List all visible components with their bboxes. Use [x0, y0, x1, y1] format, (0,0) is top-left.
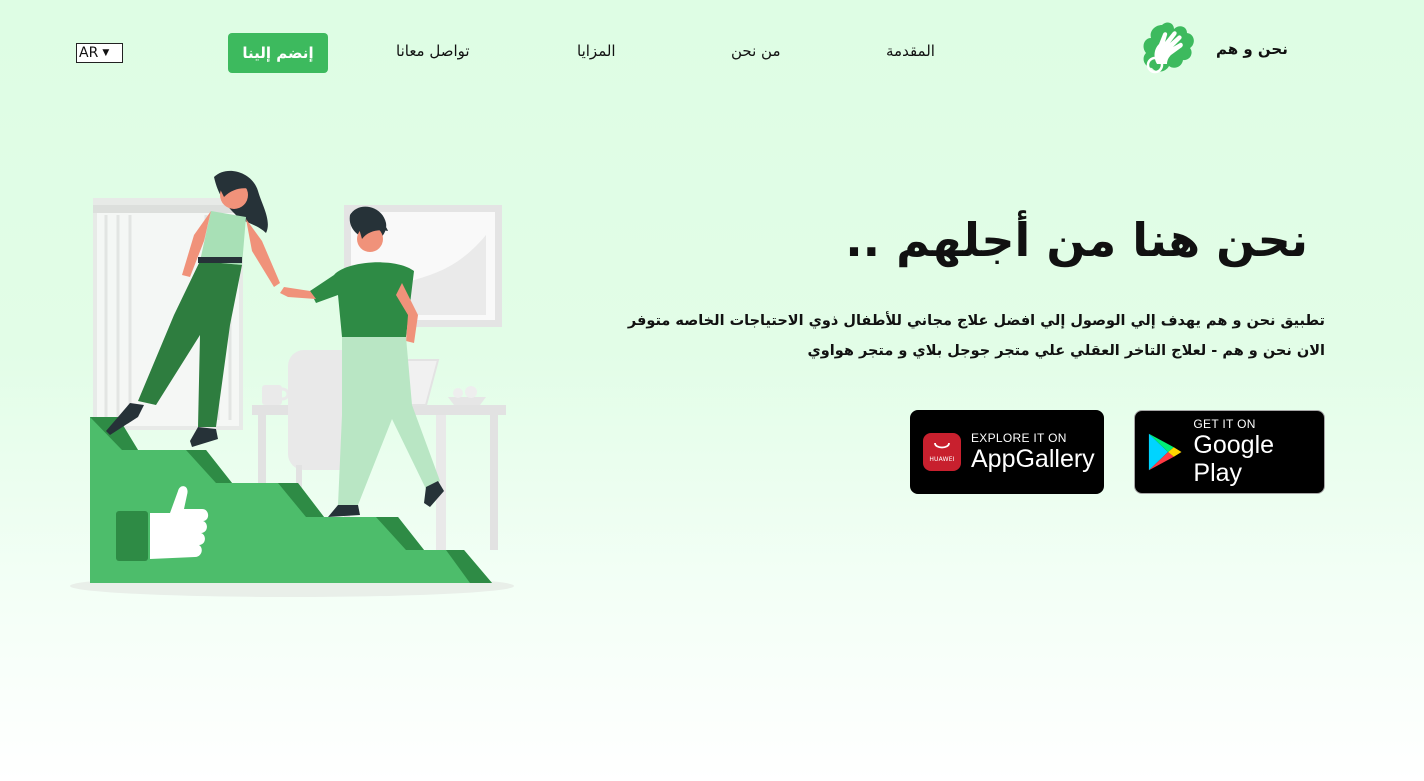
- language-select-value: AR: [79, 45, 99, 61]
- brand[interactable]: نحن و هم: [1140, 20, 1288, 78]
- nav-link-intro[interactable]: المقدمة: [886, 42, 935, 60]
- hero-illustration: [70, 170, 514, 597]
- hero-title: نحن هنا من أجلهم ..: [845, 213, 1308, 267]
- google-play-big-text: Google Play: [1193, 431, 1275, 487]
- app-gallery-badge[interactable]: HUAWEI EXPLORE IT ON AppGallery: [910, 410, 1104, 494]
- google-play-small-text: GET IT ON: [1193, 417, 1256, 431]
- bag-handle-icon: [934, 442, 950, 448]
- hero-description: تطبيق نحن و هم يهدف إلي الوصول إلي افضل …: [627, 313, 1325, 359]
- huawei-appgallery-icon: HUAWEI: [923, 433, 961, 471]
- nav-link-contact[interactable]: تواصل معانا: [396, 42, 470, 60]
- huawei-icon-label: HUAWEI: [929, 455, 955, 463]
- nav-link-features[interactable]: المزايا: [577, 42, 616, 60]
- language-select[interactable]: AR ▼: [76, 43, 123, 63]
- brand-name: نحن و هم: [1216, 40, 1288, 58]
- chevron-down-icon: ▼: [102, 47, 110, 58]
- google-play-icon: [1148, 433, 1182, 471]
- helping-hands-icon: [1143, 22, 1194, 74]
- nav-link-about[interactable]: من نحن: [731, 42, 781, 60]
- app-gallery-small-text: EXPLORE IT ON: [971, 431, 1067, 445]
- join-button[interactable]: إنضم إلينا: [228, 33, 328, 73]
- app-gallery-big-text: AppGallery: [971, 445, 1095, 473]
- google-play-badge[interactable]: GET IT ON Google Play: [1134, 410, 1325, 494]
